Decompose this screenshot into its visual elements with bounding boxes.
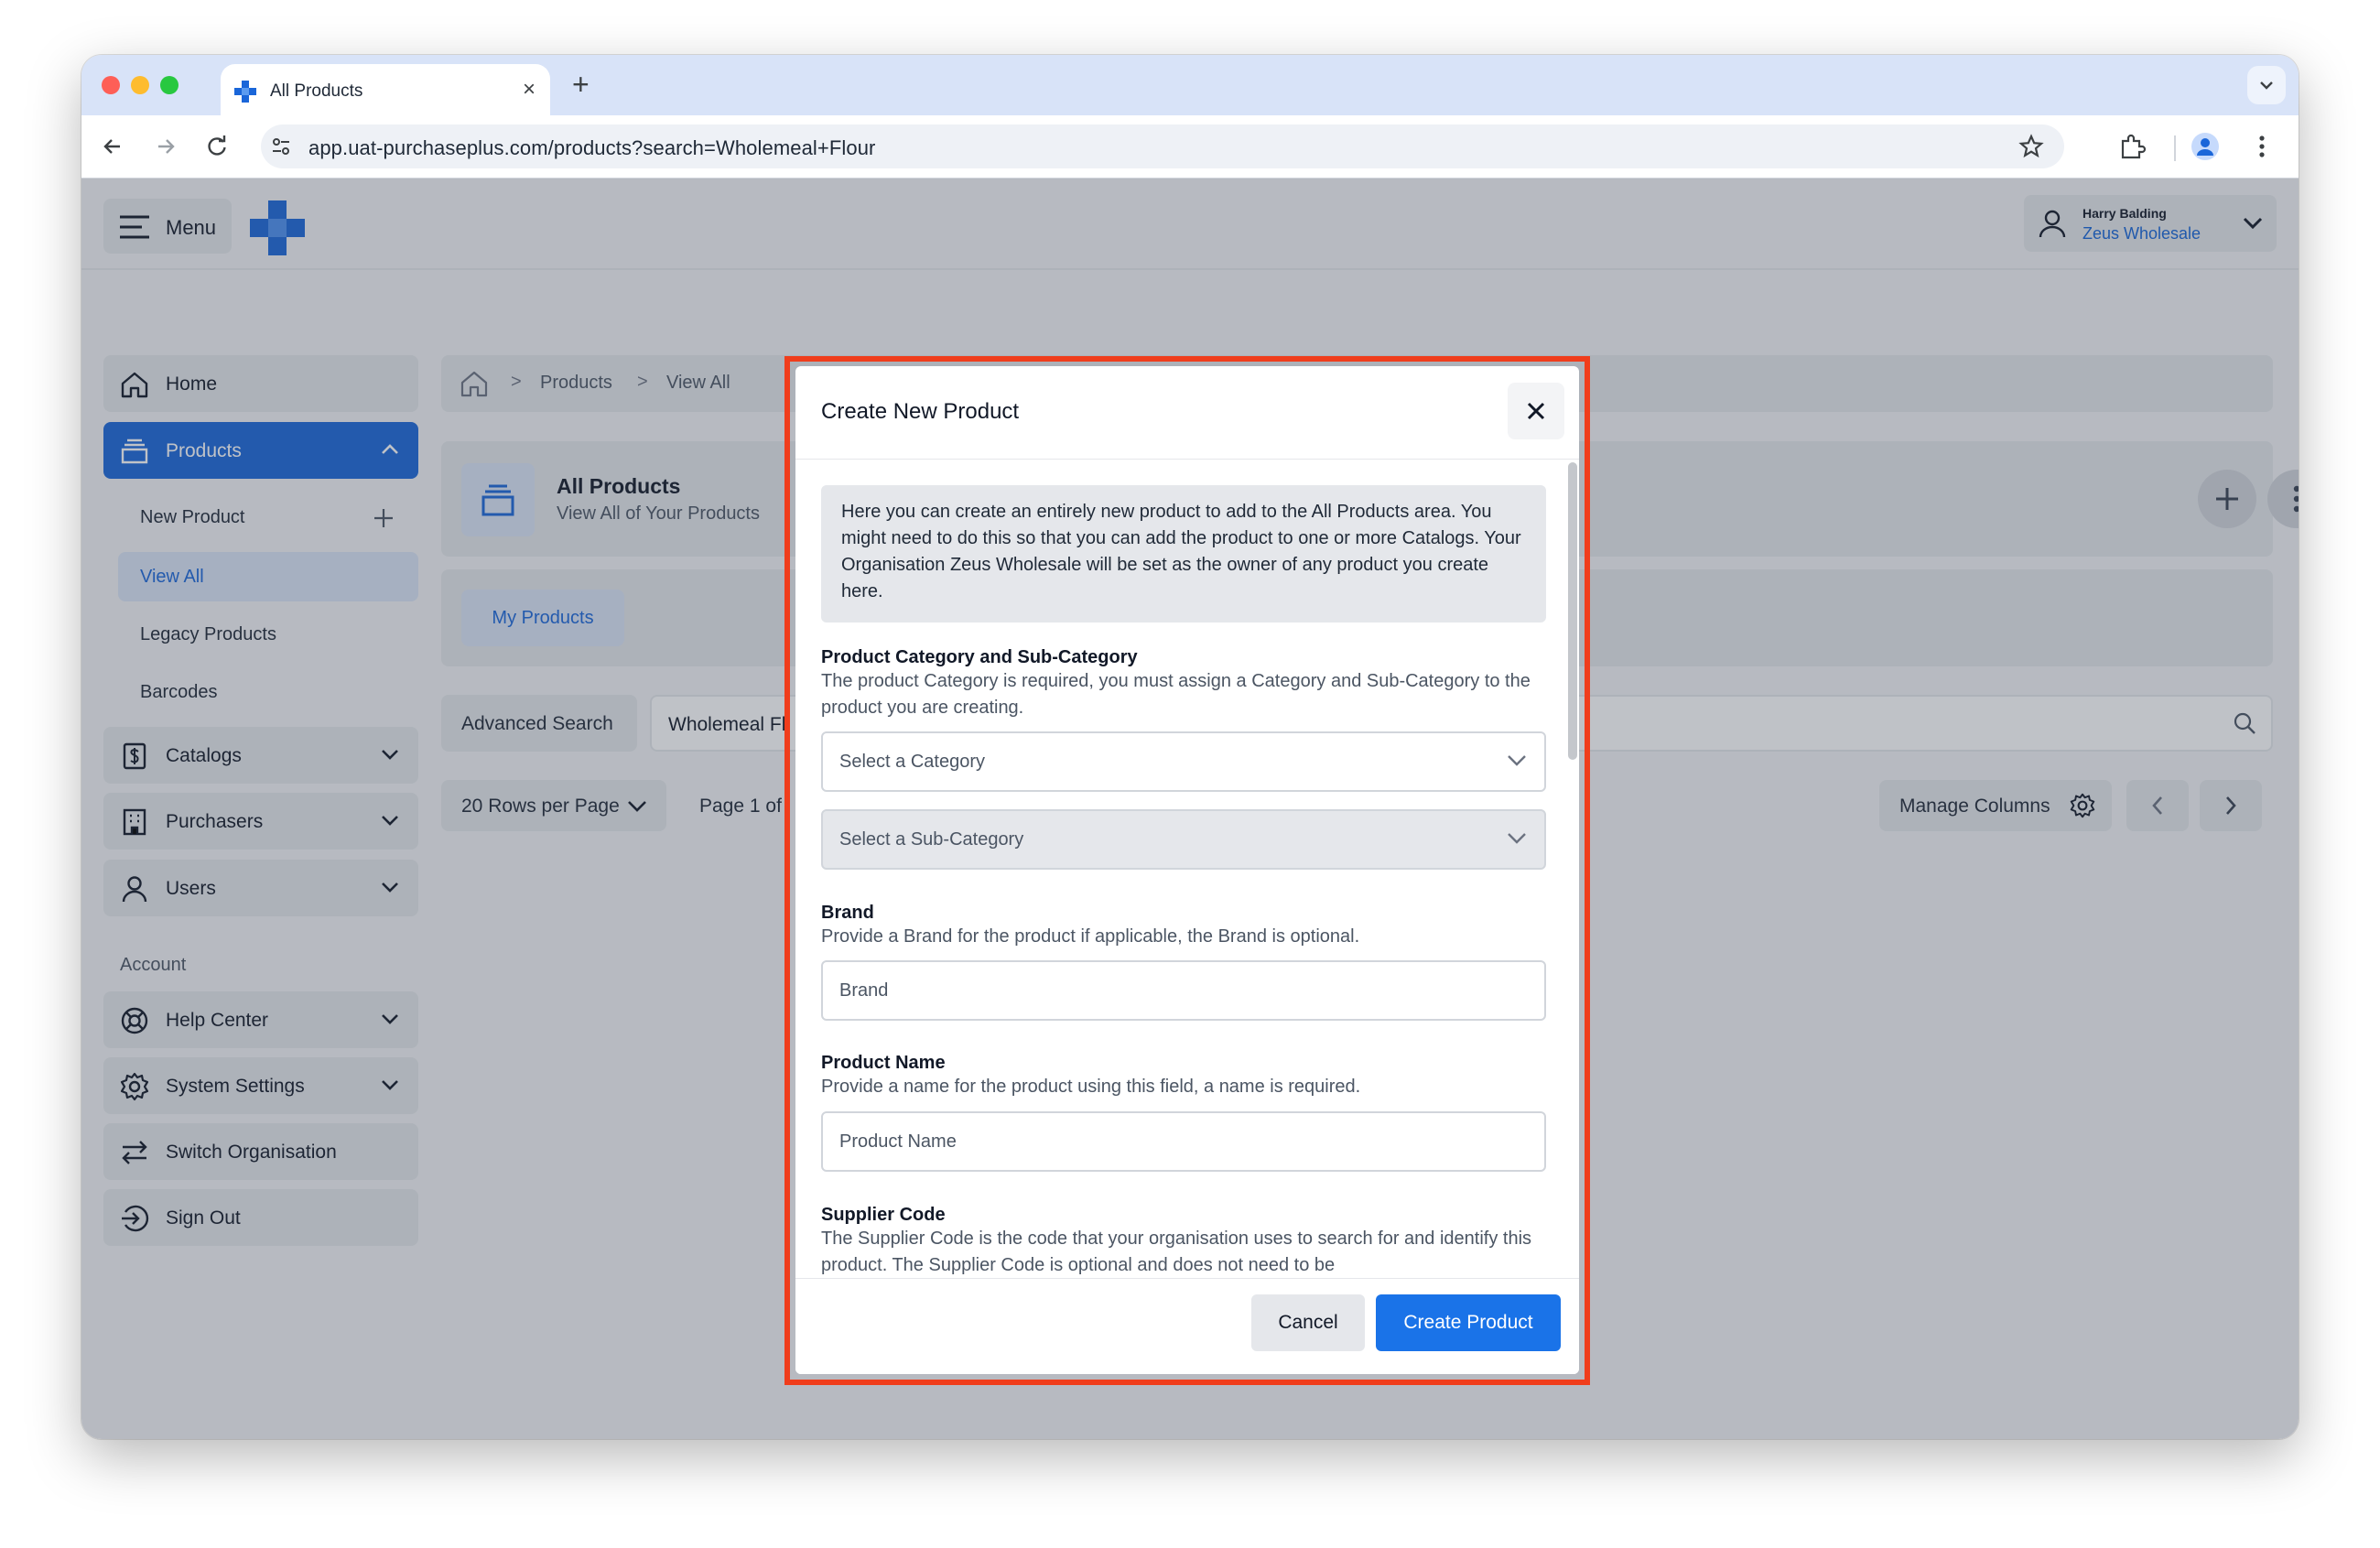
window-maximize-button[interactable] bbox=[160, 76, 178, 94]
bookmark-star-icon[interactable] bbox=[2018, 134, 2044, 159]
window-close-button[interactable] bbox=[102, 76, 120, 94]
browser-menu-icon[interactable] bbox=[2256, 132, 2267, 161]
back-icon[interactable] bbox=[100, 134, 125, 159]
favicon-icon bbox=[234, 81, 256, 103]
tab-close-icon[interactable]: × bbox=[523, 77, 536, 103]
highlight-annotation-frame bbox=[784, 356, 1590, 1385]
profile-avatar-icon[interactable] bbox=[2191, 132, 2220, 161]
browser-window: All Products × + app.uat-purchaseplus.co… bbox=[81, 55, 2299, 1439]
browser-tab[interactable]: All Products × bbox=[221, 64, 550, 115]
new-tab-icon[interactable]: + bbox=[572, 68, 590, 102]
tab-strip: All Products × + bbox=[81, 55, 2299, 115]
url-text: app.uat-purchaseplus.com/products?search… bbox=[308, 136, 876, 159]
browser-toolbar: app.uat-purchaseplus.com/products?search… bbox=[81, 115, 2299, 179]
app-root: Menu Harry Balding Zeus Wholesale Home P… bbox=[81, 179, 2299, 1439]
site-settings-icon[interactable] bbox=[270, 135, 292, 157]
chevron-down-icon bbox=[2260, 81, 2273, 90]
address-bar[interactable]: app.uat-purchaseplus.com/products?search… bbox=[261, 124, 2064, 168]
tab-title: All Products bbox=[270, 81, 363, 101]
window-minimize-button[interactable] bbox=[131, 76, 149, 94]
reload-icon[interactable] bbox=[204, 134, 230, 159]
forward-icon[interactable] bbox=[153, 134, 178, 159]
extensions-icon[interactable] bbox=[2117, 132, 2147, 161]
modal-backdrop-top bbox=[81, 179, 2299, 268]
tab-search-button[interactable] bbox=[2247, 66, 2286, 104]
toolbar-divider bbox=[2174, 135, 2176, 161]
